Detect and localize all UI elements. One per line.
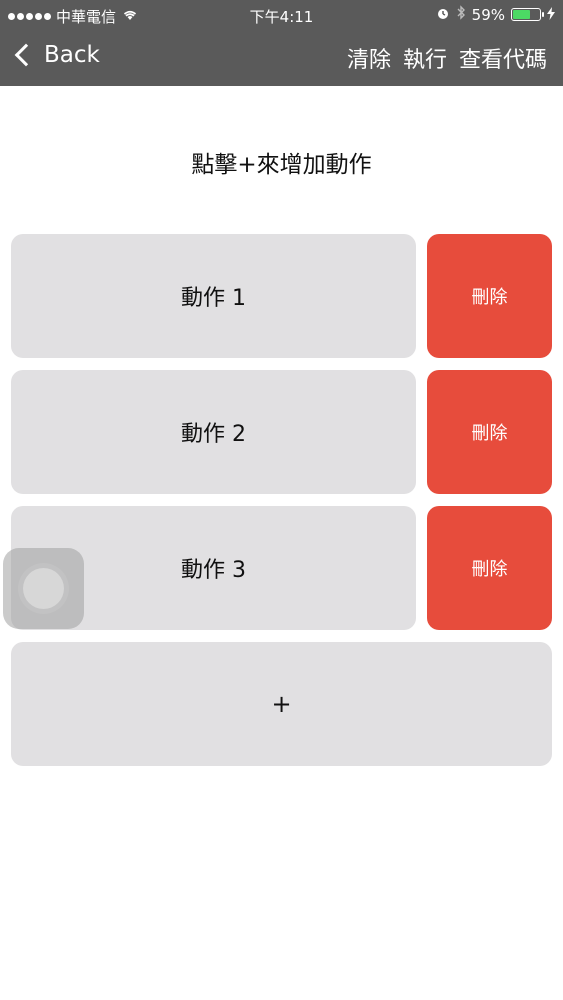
assistive-touch-icon bbox=[23, 568, 64, 609]
action-row-3: 動作 3 刪除 bbox=[11, 506, 552, 630]
chevron-left-icon bbox=[14, 43, 38, 67]
battery-fill bbox=[513, 10, 530, 19]
nav-actions: 清除 執行 查看代碼 bbox=[347, 42, 547, 74]
delete-button[interactable]: 刪除 bbox=[427, 370, 552, 494]
delete-button[interactable]: 刪除 bbox=[427, 506, 552, 630]
delete-button[interactable]: 刪除 bbox=[427, 234, 552, 358]
status-right: 59% bbox=[436, 5, 555, 24]
bluetooth-icon bbox=[456, 5, 466, 24]
back-button[interactable]: Back bbox=[14, 42, 100, 68]
add-action-button[interactable]: + bbox=[11, 642, 552, 766]
run-button[interactable]: 執行 bbox=[403, 42, 447, 74]
alarm-icon bbox=[436, 6, 450, 24]
action-row-2: 動作 2 刪除 bbox=[11, 370, 552, 494]
action-item[interactable]: 動作 2 bbox=[11, 370, 416, 494]
clear-button[interactable]: 清除 bbox=[347, 42, 391, 74]
view-code-button[interactable]: 查看代碼 bbox=[459, 42, 547, 74]
battery-percent: 59% bbox=[471, 5, 505, 24]
assistive-touch-button[interactable] bbox=[3, 548, 84, 629]
instruction-text: 點擊+來增加動作 bbox=[191, 152, 372, 178]
action-row-1: 動作 1 刪除 bbox=[11, 234, 552, 358]
nav-bar: Back 清除 執行 查看代碼 bbox=[0, 30, 563, 86]
back-label: Back bbox=[44, 42, 100, 68]
lightning-icon bbox=[547, 6, 555, 24]
status-bar: 中華電信 下午4:11 59% bbox=[0, 0, 563, 30]
action-item[interactable]: 動作 1 bbox=[11, 234, 416, 358]
battery-icon bbox=[511, 8, 544, 21]
